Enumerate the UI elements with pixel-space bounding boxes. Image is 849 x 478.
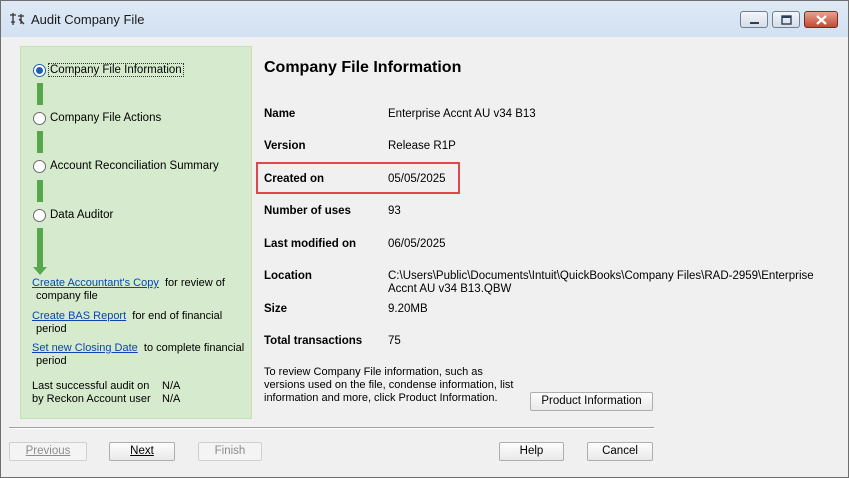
help-button[interactable]: Help (499, 442, 564, 461)
link-desc: for review of (164, 277, 225, 289)
steps-panel: Company File Information Company File Ac… (20, 46, 252, 419)
step-connector (37, 180, 43, 202)
dialog-body: Company File Information Company File Ac… (9, 37, 841, 471)
step-connector (37, 228, 43, 268)
set-closing-date-link[interactable]: Set new Closing Date (32, 342, 138, 354)
next-label: Next (130, 445, 154, 457)
close-button[interactable] (804, 11, 838, 28)
step-label: Company File Actions (50, 112, 162, 124)
minimize-button[interactable] (740, 11, 768, 28)
divider (9, 427, 654, 429)
field-value: 93 (388, 205, 401, 217)
page-title: Company File Information (264, 59, 462, 76)
field-label: Size (264, 303, 288, 315)
radio[interactable] (33, 159, 46, 173)
create-accountants-copy-link[interactable]: Create Accountant's Copy (32, 277, 159, 289)
finish-button[interactable]: Finish (198, 442, 262, 461)
title-bar: Audit Company File (1, 1, 848, 37)
create-bas-report-link[interactable]: Create BAS Report (32, 310, 126, 322)
audit-user-label: by Reckon Account user (32, 393, 151, 405)
link-desc: to complete financial (143, 342, 245, 354)
field-value: 9.20MB (388, 303, 428, 315)
field-label: Name (264, 108, 296, 120)
step-data-auditor[interactable]: Data Auditor (33, 207, 114, 223)
field-value: 06/05/2025 (388, 238, 446, 250)
last-audit-value: N/A (162, 380, 181, 392)
link-row-bas-report: Create BAS Report for end of financial p… (32, 310, 247, 336)
step-company-file-actions[interactable]: Company File Actions (33, 110, 162, 126)
next-button[interactable]: Next (109, 442, 175, 461)
created-on-highlight-box (256, 162, 460, 194)
radio-selected[interactable] (33, 63, 46, 77)
radio[interactable] (33, 208, 46, 222)
link-desc: period (36, 323, 67, 335)
link-desc: for end of financial (132, 310, 223, 322)
field-label: Version (264, 140, 306, 152)
step-arrow-icon (33, 267, 47, 275)
app-icon (9, 12, 25, 26)
audit-company-file-window: Audit Company File Company File Informat… (0, 0, 849, 478)
maximize-button[interactable] (772, 11, 800, 28)
step-connector (37, 131, 43, 153)
cancel-button[interactable]: Cancel (587, 442, 653, 461)
last-audit-info: Last successful audit on N/A by Reckon Ac… (32, 380, 180, 406)
field-label: Total transactions (264, 335, 363, 347)
field-label: Number of uses (264, 205, 351, 217)
field-label: Location (264, 270, 312, 282)
link-desc: company file (36, 290, 98, 302)
link-desc: period (36, 355, 67, 367)
field-value: Enterprise Accnt AU v34 B13 (388, 108, 536, 120)
step-account-reconciliation-summary[interactable]: Account Reconciliation Summary (33, 158, 220, 174)
last-audit-label: Last successful audit on (32, 380, 150, 392)
window-title: Audit Company File (31, 12, 145, 27)
previous-label: Previous (25, 445, 71, 457)
field-value: C:\Users\Public\Documents\Intuit\QuickBo… (388, 270, 814, 295)
audit-user-value: N/A (162, 393, 181, 405)
step-company-file-information[interactable]: Company File Information (33, 62, 184, 78)
product-information-button[interactable]: Product Information (530, 392, 653, 411)
field-value: 75 (388, 335, 401, 347)
previous-button[interactable]: Previous (9, 442, 87, 461)
review-instructions: To review Company File information, such… (264, 366, 514, 404)
link-row-accountants-copy: Create Accountant's Copy for review of c… (32, 277, 247, 303)
radio[interactable] (33, 111, 46, 125)
field-label: Last modified on (264, 238, 356, 250)
step-label: Company File Information (48, 63, 184, 77)
field-value: Release R1P (388, 140, 456, 152)
link-row-closing-date: Set new Closing Date to complete financi… (32, 342, 247, 368)
step-label: Account Reconciliation Summary (50, 160, 219, 172)
step-connector (37, 83, 43, 105)
step-label: Data Auditor (50, 209, 114, 221)
